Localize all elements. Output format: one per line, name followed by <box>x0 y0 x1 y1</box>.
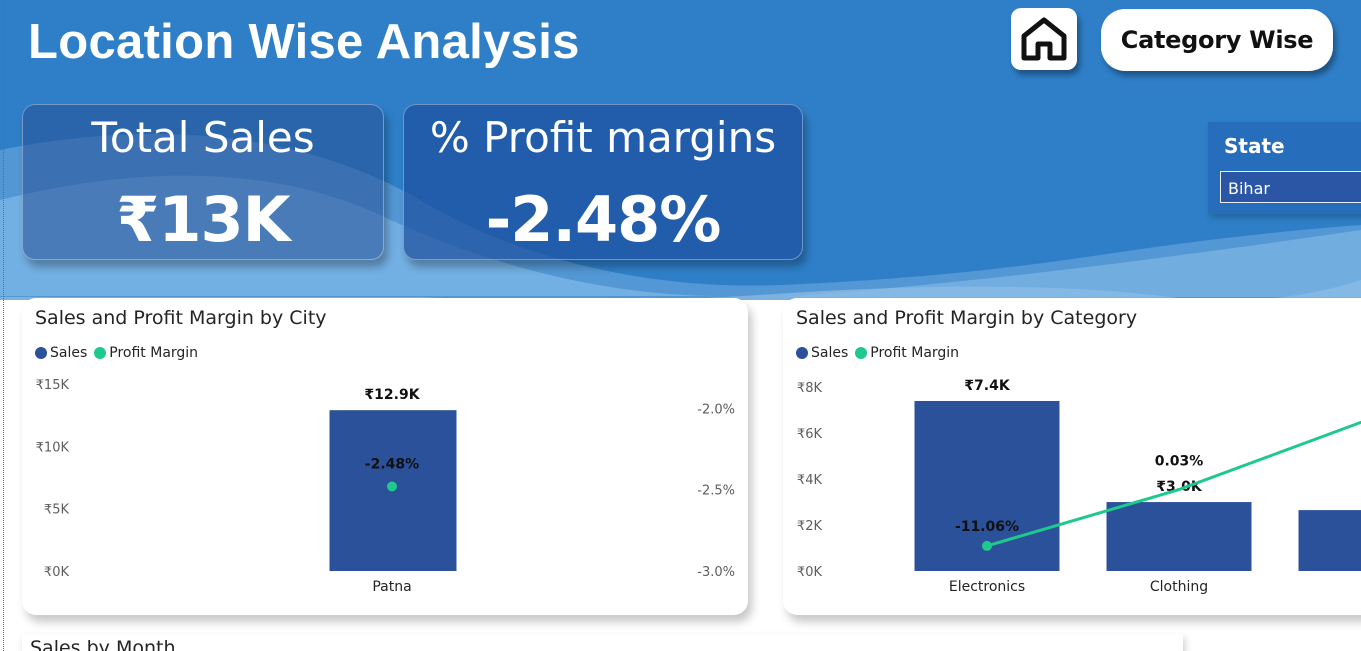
profit-margin-data-label: 0.03% <box>1155 454 1204 470</box>
y-tick-label: ₹8K <box>797 381 823 396</box>
sales-bar[interactable] <box>1298 510 1361 571</box>
category-tick-label: Clothing <box>1150 579 1208 595</box>
sales-data-label: ₹7.4K <box>964 378 1011 394</box>
profit-margin-point[interactable] <box>982 540 992 551</box>
y-tick-label: ₹10K <box>36 440 70 455</box>
total-sales-label: Total Sales <box>91 113 315 162</box>
month-chart-title: Sales by Month <box>30 637 176 651</box>
y-tick-label: ₹6K <box>797 427 823 442</box>
y2-tick-label: -2.5% <box>697 484 735 499</box>
category-tick-label: Electronics <box>949 579 1025 595</box>
home-icon <box>1021 17 1067 61</box>
city-chart-card: Sales and Profit Margin by City Sales Pr… <box>22 298 748 615</box>
category-wise-button[interactable]: Category Wise <box>1101 9 1333 71</box>
sales-bar[interactable] <box>1106 502 1252 571</box>
y-tick-label: ₹0K <box>44 565 70 580</box>
month-chart-card: Sales by Month <box>22 634 1183 651</box>
y-tick-label: ₹0K <box>797 565 823 580</box>
profit-margin-point[interactable] <box>387 481 397 492</box>
city-chart: ₹15K ₹10K ₹5K ₹0K -2.0% -2.5% -3.0% ₹12.9K Patna… <box>36 378 735 595</box>
sales-data-label: ₹12.9K <box>364 387 420 403</box>
category-chart: ₹8K₹6K₹4K₹2K₹0K₹7.4KElectronics₹3.0KClot… <box>797 378 1361 595</box>
state-dropdown[interactable]: Bihar <box>1220 171 1361 203</box>
state-slicer-label: State <box>1224 134 1285 158</box>
profit-margin-label: % Profit margins <box>429 113 777 162</box>
category-tick-label: Patna <box>372 579 411 595</box>
profit-margin-data-label: -2.48% <box>365 456 419 472</box>
page-border <box>3 0 4 651</box>
y-tick-label: ₹4K <box>797 473 823 488</box>
y-tick-label: ₹2K <box>797 519 823 534</box>
total-sales-value: ₹13K <box>116 183 290 256</box>
category-chart-card: Sales and Profit Margin by Category Sale… <box>783 298 1361 615</box>
page-title: Location Wise Analysis <box>28 15 580 69</box>
profit-margin-data-label: -11.06% <box>955 519 1019 535</box>
home-button[interactable] <box>1011 8 1077 70</box>
state-slicer: State Bihar <box>1208 122 1361 214</box>
total-sales-card: Total Sales ₹13K <box>22 104 384 260</box>
profit-margin-card: % Profit margins -2.48% <box>403 104 803 260</box>
y-tick-label: ₹15K <box>36 378 70 393</box>
y2-tick-label: -3.0% <box>697 565 735 580</box>
y2-tick-label: -2.0% <box>697 402 735 417</box>
profit-margin-value: -2.48% <box>485 183 722 256</box>
y-tick-label: ₹5K <box>44 503 70 518</box>
